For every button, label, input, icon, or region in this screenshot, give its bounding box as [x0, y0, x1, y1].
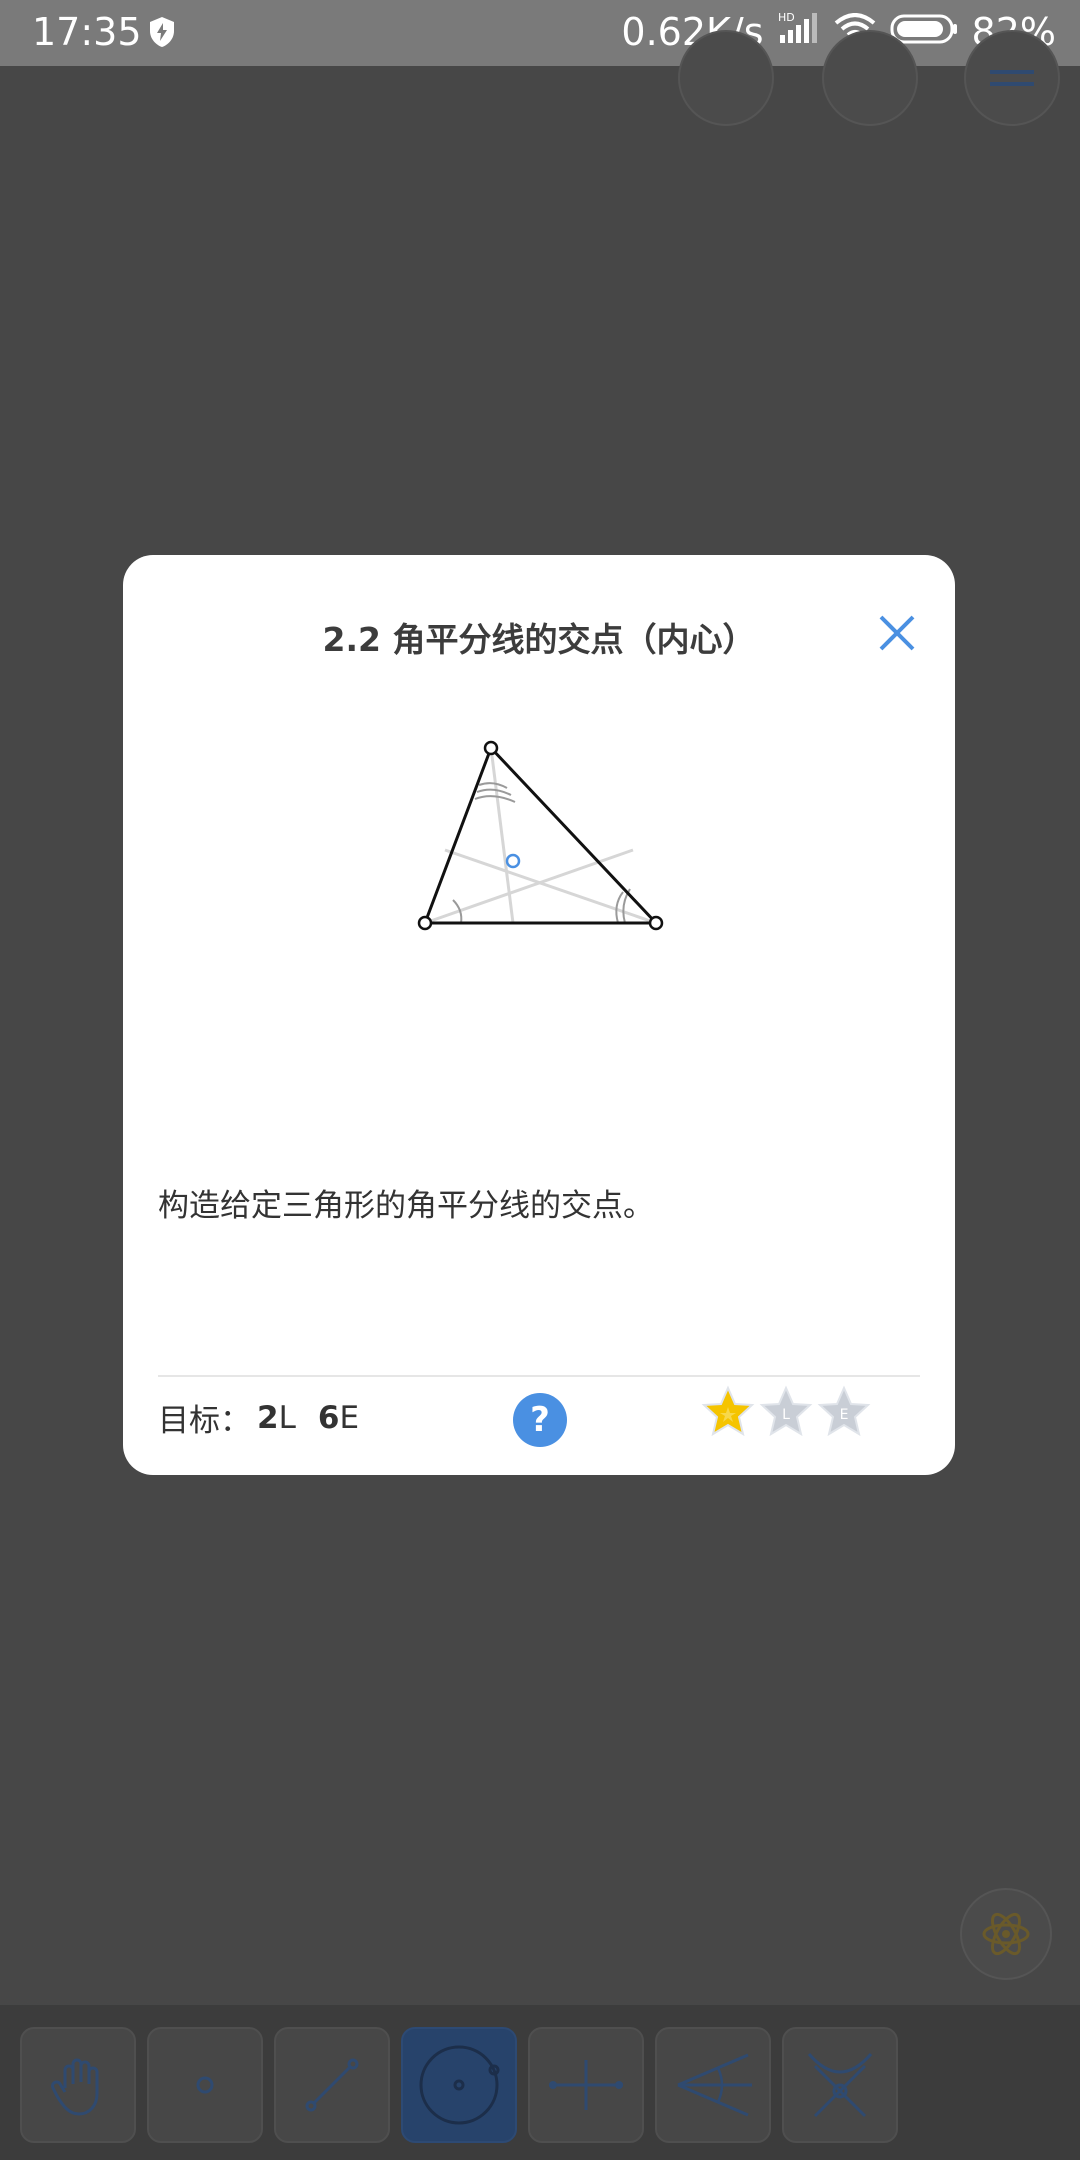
- tool-circle[interactable]: [401, 2027, 517, 2143]
- stars-rating: L E: [701, 1385, 871, 1439]
- point-icon: [196, 2076, 214, 2094]
- atom-icon: [982, 1912, 1030, 1956]
- level-info-dialog: 2.2 角平分线的交点（内心） 构造给定三角形的角平分线的交点。 目标： 2 L…: [123, 555, 955, 1475]
- goal-e-value: 6: [317, 1399, 340, 1436]
- shield-icon: [148, 16, 176, 52]
- line-icon: [305, 2058, 359, 2112]
- intersect-icon: [807, 2053, 873, 2118]
- menu-button[interactable]: [964, 30, 1060, 126]
- star-icon: [701, 1385, 755, 1437]
- hand-icon: [51, 2058, 99, 2116]
- close-button[interactable]: [875, 611, 919, 655]
- hint-button[interactable]: [822, 30, 918, 126]
- explore-button[interactable]: [960, 1888, 1052, 1980]
- goal-l-unit: L: [278, 1399, 296, 1436]
- star-e-icon: E: [817, 1385, 871, 1437]
- triangle-incenter-figure: [417, 740, 664, 931]
- goal-label: 目标：: [158, 1403, 251, 1439]
- angle-bisector-icon: [677, 2053, 752, 2117]
- tool-move[interactable]: [20, 2027, 136, 2143]
- dialog-description: 构造给定三角形的角平分线的交点。: [158, 1188, 654, 1224]
- goal-row: 目标： 2 L 6 E: [158, 1395, 359, 1440]
- tool-bar: [0, 2005, 1080, 2160]
- svg-text:L: L: [782, 1407, 790, 1423]
- status-bar: 17:35 0.62K/s HD: [0, 0, 1080, 66]
- star-l-icon: L: [759, 1385, 813, 1437]
- tool-angle-bisector[interactable]: [655, 2027, 771, 2143]
- perpendicular-icon: [549, 2060, 623, 2110]
- menu-icon: [990, 70, 1034, 86]
- signal-icon: HD: [778, 10, 820, 54]
- undo-button[interactable]: [678, 30, 774, 126]
- tool-point[interactable]: [147, 2027, 263, 2143]
- help-button[interactable]: ?: [513, 1393, 567, 1447]
- close-icon: [879, 615, 915, 651]
- help-icon: ?: [530, 1400, 550, 1440]
- circle-icon: [419, 2045, 500, 2125]
- divider: [158, 1375, 920, 1377]
- svg-text:HD: HD: [778, 11, 795, 24]
- tool-line[interactable]: [274, 2027, 390, 2143]
- dialog-title: 2.2 角平分线的交点（内心）: [322, 620, 756, 659]
- tool-perpendicular[interactable]: [528, 2027, 644, 2143]
- svg-text:E: E: [840, 1407, 849, 1423]
- status-time: 17:35: [32, 10, 142, 54]
- goal-l-value: 2: [257, 1399, 279, 1436]
- goal-e-unit: E: [339, 1399, 360, 1436]
- tool-intersect[interactable]: [782, 2027, 898, 2143]
